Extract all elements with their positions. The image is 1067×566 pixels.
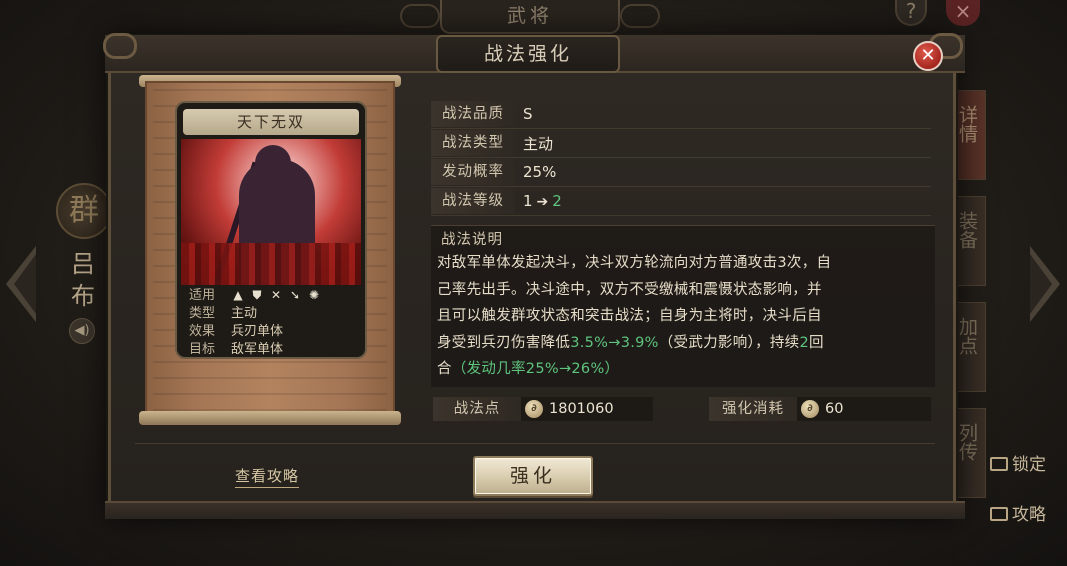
info-value: 1 ➔ 2 (515, 192, 562, 210)
card-row-effect: 效果 兵刃单体 (181, 323, 361, 341)
info-value: S (523, 105, 533, 123)
cost-label: 强化消耗 (709, 397, 797, 421)
damage-reduction-value: 3.5%→3.9% (570, 334, 659, 351)
skill-enhance-dialog: 战法强化 ✕ 天下无双 适用 ▲ ⛊ ✕ ➘ ✺ 类型 主动 效果 兵刃单体 目… (103, 33, 965, 519)
cost-value-box: ∂ 60 (797, 397, 931, 421)
enhance-button[interactable]: 强化 (473, 456, 593, 496)
guide-button[interactable]: 攻略 (990, 500, 1046, 525)
lock-icon (990, 457, 1008, 471)
corner-ornament (103, 33, 137, 59)
card-row-key: 类型 (188, 306, 215, 321)
shield-icon: ⛊ (252, 288, 262, 302)
info-value: 25% (523, 163, 557, 181)
level-to: 2 (552, 192, 562, 210)
skill-point-icon: ∂ (525, 400, 543, 418)
trigger-chance-change: （发动几率25%→26%） (451, 361, 620, 377)
card-row-key: 适用 (188, 288, 215, 303)
description-line: 合（发动几率25%→26%） (437, 361, 620, 377)
card-row-value: 主动 (231, 306, 258, 321)
info-key: 战法品质 (431, 101, 515, 127)
cost-value: 60 (825, 401, 844, 417)
info-key: 发动概率 (431, 159, 515, 185)
dialog-footer-bar (105, 501, 965, 519)
info-row-quality: 战法品质 S (431, 101, 931, 129)
scroll-rod-bottom (139, 411, 401, 425)
next-general-arrow-icon[interactable] (1030, 246, 1060, 322)
skill-artwork (181, 139, 361, 285)
skill-card: 天下无双 适用 ▲ ⛊ ✕ ➘ ✺ 类型 主动 效果 兵刃单体 目标 敌军单体 (175, 101, 367, 359)
title-ornament-right (620, 4, 660, 28)
card-row-value: 兵刃单体 (231, 324, 284, 339)
level-from: 1 (523, 192, 533, 210)
vehicle-icon: ✺ (308, 288, 320, 302)
card-row-type: 类型 主动 (181, 305, 361, 323)
voice-icon[interactable]: ◀) (69, 318, 95, 344)
arrow-right-icon: ➔ (536, 194, 549, 210)
skill-description: 战法说明 对敌军单体发起决斗，决斗双方轮流向对方普通攻击3次，自 己率先出手。决… (431, 225, 935, 387)
points-value-box: ∂ 1801060 (521, 397, 653, 421)
description-line: 己率先出手。决斗途中，双方不受缴械和震慑状态影响，并 (437, 281, 822, 298)
skill-point-icon: ∂ (801, 400, 819, 418)
points-label: 战法点 (433, 397, 521, 421)
spear-icon: ➘ (289, 288, 301, 302)
page-title: 武将 (440, 0, 620, 34)
title-ornament-left (400, 4, 440, 28)
faction-badge: 群 (56, 183, 112, 239)
info-value: 主动 (523, 134, 554, 153)
description-line: 且可以触发群攻状态和突击战法；自身为主将时，决斗后自 (437, 308, 822, 324)
general-name: 吕布 (71, 250, 95, 310)
info-row-level: 战法等级 1 ➔ 2 (431, 188, 931, 216)
description-line: 身受到兵刃伤害降低3.5%→3.9%（受武力影响），持续2回 (437, 334, 824, 351)
info-row-chance: 发动概率 25% (431, 159, 931, 187)
card-row-key: 效果 (188, 324, 215, 339)
description-text: 对敌军单体发起决斗，决斗双方轮流向对方普通攻击3次，自 己率先出手。决斗途中，双… (437, 250, 931, 383)
guide-label: 攻略 (1012, 505, 1046, 525)
info-key: 战法类型 (431, 130, 515, 156)
card-row-applicable: 适用 ▲ ⛊ ✕ ➘ ✺ (181, 287, 361, 305)
tab-label: 加点 (956, 317, 978, 355)
view-guide-link[interactable]: 查看攻略 (235, 465, 300, 488)
cavalry-icon: ▲ (233, 288, 243, 302)
description-title: 战法说明 (441, 232, 503, 248)
enhance-cost: 强化消耗 ∂ 60 (709, 397, 931, 421)
book-icon (990, 507, 1008, 521)
duration-value: 2 (799, 334, 810, 351)
description-line: 对敌军单体发起决斗，决斗双方轮流向对方普通攻击3次，自 (437, 255, 832, 271)
card-row-key: 目标 (188, 342, 215, 357)
card-row-target: 目标 敌军单体 (181, 341, 361, 357)
card-row-value: 敌军单体 (231, 342, 284, 357)
lock-label: 锁定 (1012, 455, 1046, 475)
tab-label: 列传 (956, 423, 978, 461)
lock-button[interactable]: 锁定 (990, 450, 1046, 475)
points-value: 1801060 (549, 401, 614, 417)
skill-name: 天下无双 (183, 109, 359, 135)
divider (135, 443, 935, 444)
bow-icon: ✕ (270, 288, 282, 302)
info-key: 战法等级 (431, 188, 515, 214)
dialog-close-icon[interactable]: ✕ (913, 41, 943, 71)
skill-points: 战法点 ∂ 1801060 (433, 397, 653, 421)
tab-label: 装备 (956, 211, 978, 249)
previous-general-arrow-icon[interactable] (6, 246, 36, 322)
info-row-type: 战法类型 主动 (431, 130, 931, 158)
tab-label: 详情 (956, 105, 978, 143)
dialog-title: 战法强化 (436, 35, 620, 73)
